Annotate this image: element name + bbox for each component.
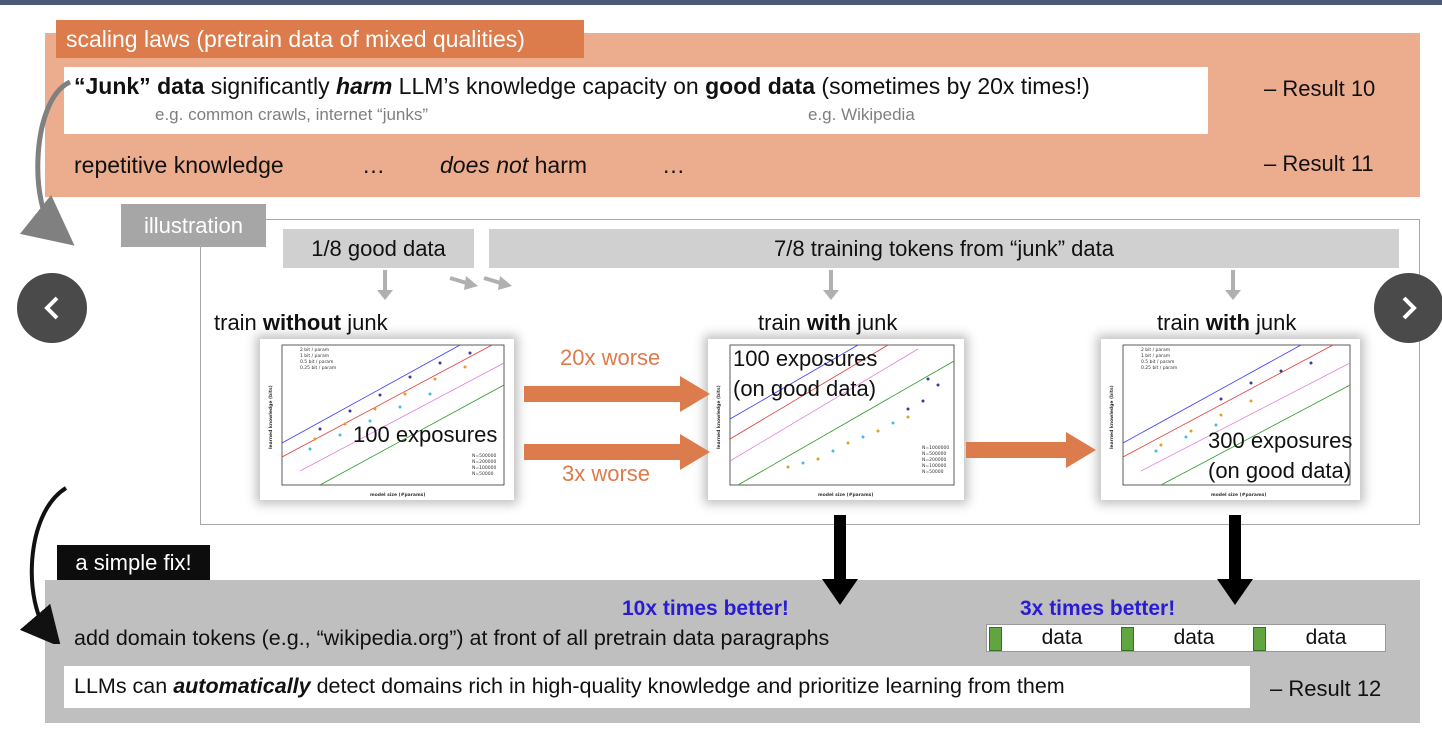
plot2-exposures: 100 exposures (on good data) (733, 344, 877, 404)
good-data-term: good data (705, 73, 816, 99)
label-10x-better: 10x times better! (622, 597, 789, 620)
caption-3-post: junk (1249, 310, 1297, 335)
caption-3-bold: with (1205, 310, 1250, 335)
down-arrow-2 (823, 270, 839, 300)
junk-example: e.g. common crawls, internet “junks” (155, 105, 429, 124)
plot3-ylabel: learned knowledge (bits) (1109, 385, 1115, 449)
label-3x-worse: 3x worse (562, 461, 651, 486)
capacity-text: LLM’s knowledge capacity on (392, 73, 706, 99)
plot1-legend-2: 1 bit / param (300, 353, 329, 359)
label-20x-worse: 20x worse (560, 345, 661, 370)
add-domain-text: add domain tokens (e.g., “wikipedia.org”… (74, 626, 830, 650)
caption-1-post: junk (341, 310, 388, 335)
ellipsis-1: … (362, 152, 385, 178)
junk-data-term: “Junk” data (74, 73, 205, 99)
chevron-right-icon (1402, 296, 1417, 320)
plot2-n-2: N=500000 (922, 451, 946, 457)
plot1-exposures: 100 exposures (353, 422, 498, 447)
does-not-term: does not (440, 152, 529, 178)
result12-post: detect domains rich in high-quality know… (310, 674, 1065, 698)
harm-term: harm (336, 73, 393, 99)
ellipsis-2: … (662, 152, 685, 178)
curved-arrow-top (20, 79, 75, 246)
plot3-legend-1: 2 bit / param (1141, 347, 1170, 353)
plot2-n-3: N=200000 (922, 457, 946, 463)
plot1-legend-1: 2 bit / param (300, 347, 329, 353)
arrow-to-plot3 (966, 432, 1096, 468)
plot1-legend-4: 0.25 bit / param (300, 365, 336, 371)
caption-2-post: junk (850, 310, 898, 335)
data-segment: data (1305, 626, 1347, 649)
plot3-legend-4: 0.25 bit / param (1141, 365, 1177, 371)
result10-label: – Result 10 (1264, 76, 1376, 101)
caption-with-junk-2: train with junk (1157, 310, 1296, 336)
plot1-n-2: N=200000 (472, 459, 496, 465)
arrow-20x-worse (524, 376, 710, 412)
scaling-laws-header: scaling laws (pretrain data of mixed qua… (56, 20, 584, 58)
simple-fix-header: a simple fix! (57, 545, 210, 580)
down-arrow-1 (377, 270, 393, 300)
automatically-term: automatically (173, 674, 311, 698)
next-slide-button[interactable] (1374, 273, 1442, 343)
plot1-xlabel: model size (#params) (370, 492, 425, 498)
black-down-arrow-1 (822, 515, 858, 605)
repetitive-knowledge: repetitive knowledge (74, 152, 284, 178)
caption-with-junk-1: train with junk (758, 310, 897, 336)
caption-1-bold: without (262, 310, 342, 335)
illustration-tag: illustration (121, 204, 266, 247)
plot3-xlabel: model size (#params) (1211, 492, 1266, 498)
caption-3-pre: train (1157, 310, 1206, 335)
domain-token-marker (1253, 627, 1266, 651)
plot3-line2: (on good data) (1208, 458, 1352, 483)
caption-1-pre: train (214, 310, 263, 335)
good-example: e.g. Wikipedia (808, 105, 915, 124)
does-not-harm: does not harm (440, 152, 587, 179)
plot1-n-1: N=500000 (472, 453, 496, 459)
side-arrows (449, 276, 512, 290)
plot1-ylabel: learned knowledge (bits) (268, 385, 274, 449)
data-segments: data data data (986, 624, 1386, 652)
domain-token-marker (989, 627, 1002, 651)
result10-statement: “Junk” data significantly harm LLM’s kno… (74, 73, 1090, 100)
plot3-legend-3: 0.5 bit / param (1141, 359, 1174, 365)
plot2-n-5: N=50000 (922, 469, 944, 475)
caption-2-pre: train (758, 310, 807, 335)
result11-label: – Result 11 (1264, 151, 1374, 176)
top-bar (0, 0, 1442, 5)
plot1-n-3: N=100000 (472, 465, 496, 471)
caption-without-junk: train without junk (214, 310, 388, 336)
junk-data-bar: 7/8 training tokens from “junk” data (489, 229, 1399, 268)
caption-2-bold: with (806, 310, 851, 335)
chevron-left-icon (44, 296, 59, 320)
harm-text: harm (528, 152, 588, 178)
significantly-text: significantly (204, 73, 337, 99)
result12-label: – Result 12 (1270, 676, 1382, 701)
black-down-arrow-2 (1217, 515, 1253, 605)
result12-pre: LLMs can (74, 674, 174, 698)
result12-statement: LLMs can automatically detect domains ri… (74, 674, 1065, 699)
plot3-legend-2: 1 bit / param (1141, 353, 1170, 359)
down-arrow-3 (1225, 270, 1241, 300)
plot2-n-4: N=100000 (922, 463, 946, 469)
data-segment: data (1041, 626, 1083, 649)
prev-slide-button[interactable] (17, 273, 87, 343)
data-segment: data (1173, 626, 1215, 649)
plot1-legend-3: 0.5 bit / param (300, 359, 333, 365)
plot2-xlabel: model size (#params) (818, 492, 873, 498)
label-3x-better: 3x times better! (1020, 597, 1176, 620)
plot3-line1: 300 exposures (1208, 428, 1353, 453)
plot1-n-4: N=50000 (472, 471, 494, 477)
plot3-exposures: 300 exposures (on good data) (1208, 426, 1352, 486)
plot2-line1: 100 exposures (733, 346, 878, 371)
plot2-n-1: N=1000000 (922, 445, 949, 451)
plot2-ylabel: learned knowledge (bits) (716, 385, 722, 449)
good-data-bar: 1/8 good data (283, 229, 474, 268)
sometimes-text: (sometimes by 20x times!) (815, 73, 1090, 99)
plot2-line2: (on good data) (733, 376, 877, 401)
domain-token-marker (1121, 627, 1134, 651)
